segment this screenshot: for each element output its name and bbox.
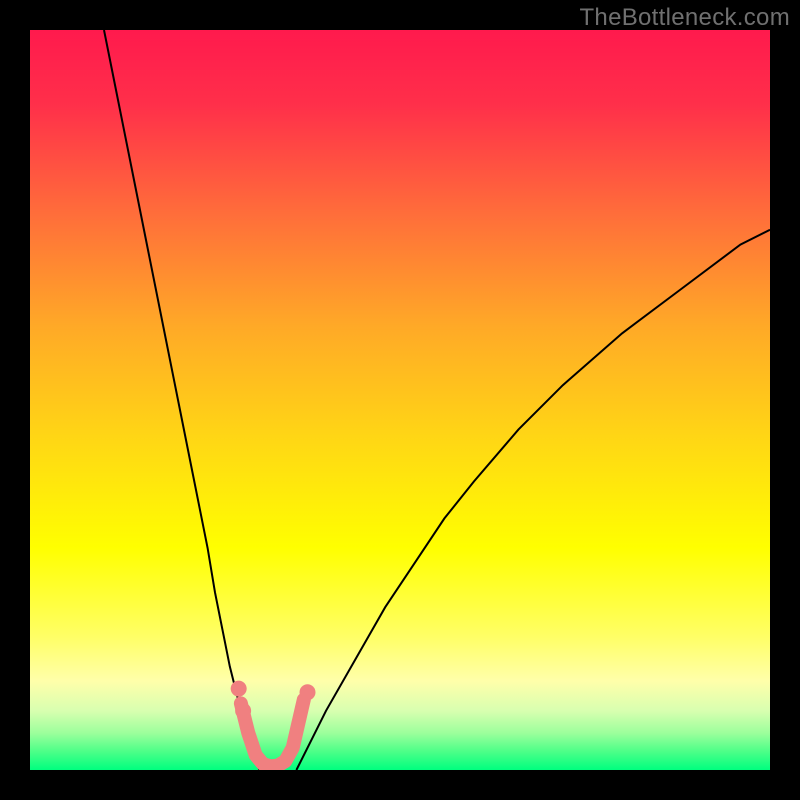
chart-outer: TheBottleneck.com: [0, 0, 800, 800]
curves-layer: [30, 30, 770, 770]
watermark-text: TheBottleneck.com: [579, 4, 790, 32]
plot-area: [30, 30, 770, 770]
valley-dot: [300, 684, 316, 700]
left-branch-curve: [104, 30, 259, 770]
valley-dot: [231, 681, 247, 697]
valley-dot: [235, 703, 251, 719]
right-branch-curve: [296, 230, 770, 770]
